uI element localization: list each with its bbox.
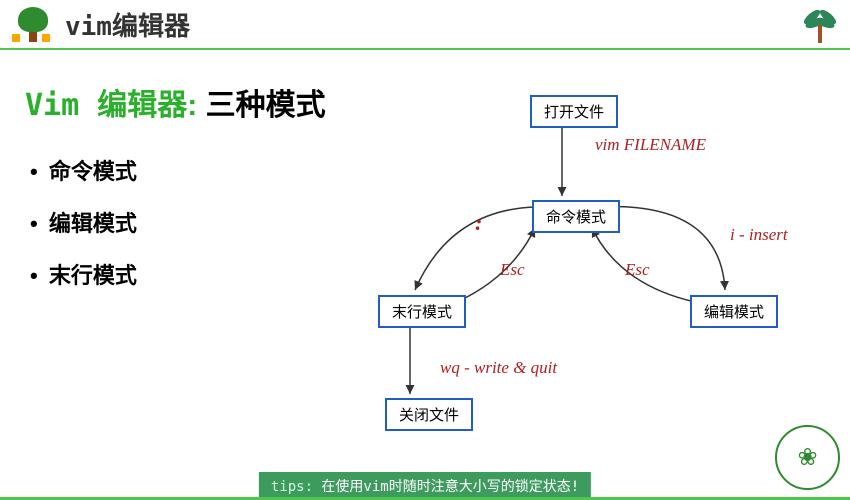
list-item: 命令模式 (30, 154, 355, 186)
box-open-file: 打开文件 (530, 95, 618, 128)
tree-icon (10, 7, 55, 42)
box-edit-mode: 编辑模式 (690, 295, 778, 328)
main-heading: Vim 编辑器: 三种模式 (25, 80, 355, 124)
annotation-esc-left: Esc (500, 260, 525, 280)
annotation-wq: wq - write & quit (440, 358, 557, 378)
annotation-insert: i - insert (730, 225, 788, 245)
box-command-mode: 命令模式 (532, 200, 620, 233)
annotation-esc-right: Esc (625, 260, 650, 280)
heading-editor: 编辑器 (97, 88, 187, 123)
box-lastline-mode: 末行模式 (378, 295, 466, 328)
heading-vim: Vim (25, 88, 97, 123)
list-item: 末行模式 (30, 258, 355, 290)
flow-diagram: 打开文件 命令模式 末行模式 编辑模式 关闭文件 vim FILENAME : … (360, 90, 830, 430)
slide-header: vim编辑器 (0, 0, 850, 50)
slide-title: vim编辑器 (65, 6, 190, 43)
logo-badge: ❀ (775, 425, 840, 490)
tips-label: tips: (271, 479, 322, 495)
tips-text: 在使用vim时随时注意大小写的锁定状态! (321, 479, 579, 495)
annotation-colon: : (475, 210, 482, 236)
box-close-file: 关闭文件 (385, 398, 473, 431)
mode-list: 命令模式 编辑模式 末行模式 (30, 154, 355, 290)
badge-tree-icon: ❀ (797, 443, 817, 472)
tips-bar: tips: 在使用vim时随时注意大小写的锁定状态! (259, 472, 591, 500)
palm-icon (800, 5, 840, 45)
annotation-vim-command: vim FILENAME (595, 135, 706, 155)
heading-modes: 三种模式 (206, 89, 326, 122)
list-item: 编辑模式 (30, 206, 355, 238)
heading-colon: : (187, 89, 205, 122)
left-column: Vim 编辑器: 三种模式 命令模式 编辑模式 末行模式 (25, 80, 355, 310)
